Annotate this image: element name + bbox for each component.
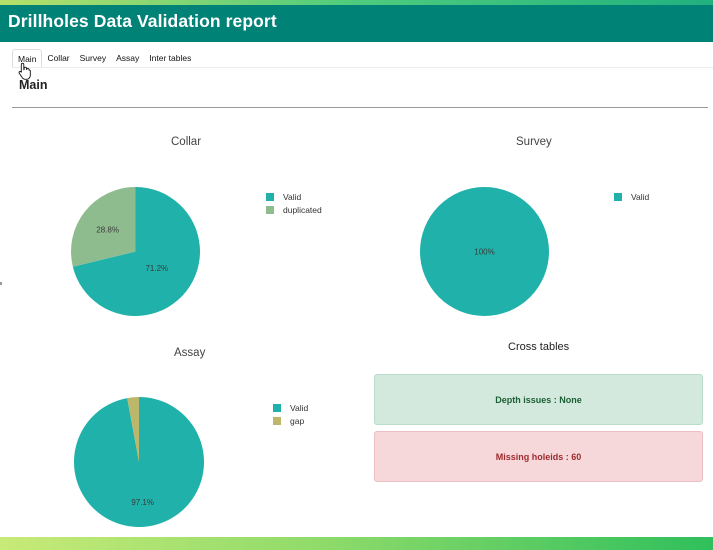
legend-label: gap (290, 415, 305, 426)
legend-item-gap: gap (273, 414, 308, 427)
tab-survey[interactable]: Survey (75, 49, 111, 68)
survey-legend: Valid (614, 190, 649, 203)
pie-data-label: 100% (474, 248, 494, 257)
section-divider (12, 107, 708, 108)
legend-item-valid: Valid (614, 190, 649, 203)
report-page: Drillholes Data Validation report Main C… (0, 0, 713, 550)
legend-label: Valid (283, 191, 302, 202)
tab-assay[interactable]: Assay (111, 49, 144, 68)
legend-swatch-duplicated (266, 205, 274, 214)
legend-swatch-valid (614, 192, 622, 201)
missing-holeids-text: Missing holeids : 60 (495, 451, 582, 462)
missing-holeids-alert: Missing holeids : 60 (374, 431, 703, 482)
collar-pie-chart: 71.2% 28.8% (71, 187, 200, 316)
legend-item-duplicated: duplicated (266, 203, 322, 216)
legend-item-valid: Valid (273, 401, 308, 414)
page-title: Drillholes Data Validation report (8, 11, 277, 31)
legend-label: duplicated (283, 204, 322, 215)
depth-issues-text: Depth issues : None (495, 394, 582, 405)
header-bar: Drillholes Data Validation report (0, 5, 713, 42)
tab-inter-tables[interactable]: Inter tables (144, 49, 196, 68)
pie-data-label: 97.1% (131, 498, 154, 507)
collar-chart-title: Collar (171, 136, 202, 148)
section-title: Main (19, 78, 48, 92)
assay-pie-chart: 97.1% (74, 397, 204, 527)
bottom-gradient-band (0, 537, 713, 550)
assay-legend: Valid gap (273, 401, 308, 427)
cross-tables-title: Cross tables (508, 341, 570, 353)
legend-swatch-valid (273, 403, 281, 412)
legend-item-valid: Valid (266, 190, 322, 203)
collar-legend: Valid duplicated (266, 190, 322, 216)
pie-data-label: 71.2% (145, 264, 168, 273)
legend-swatch-valid (266, 192, 274, 201)
tab-bar: Main Collar Survey Assay Inter tables (12, 49, 196, 68)
legend-label: Valid (631, 191, 650, 202)
tab-bar-divider (12, 67, 713, 68)
left-edge-mark (0, 282, 2, 285)
survey-pie-chart: 100% (420, 187, 549, 316)
legend-swatch-gap (273, 416, 281, 425)
legend-label: Valid (290, 402, 309, 413)
tab-collar[interactable]: Collar (42, 49, 74, 68)
survey-chart-title: Survey (516, 136, 552, 148)
depth-issues-alert: Depth issues : None (374, 374, 703, 425)
assay-chart-title: Assay (174, 347, 206, 359)
pie-data-label: 28.8% (96, 226, 119, 235)
